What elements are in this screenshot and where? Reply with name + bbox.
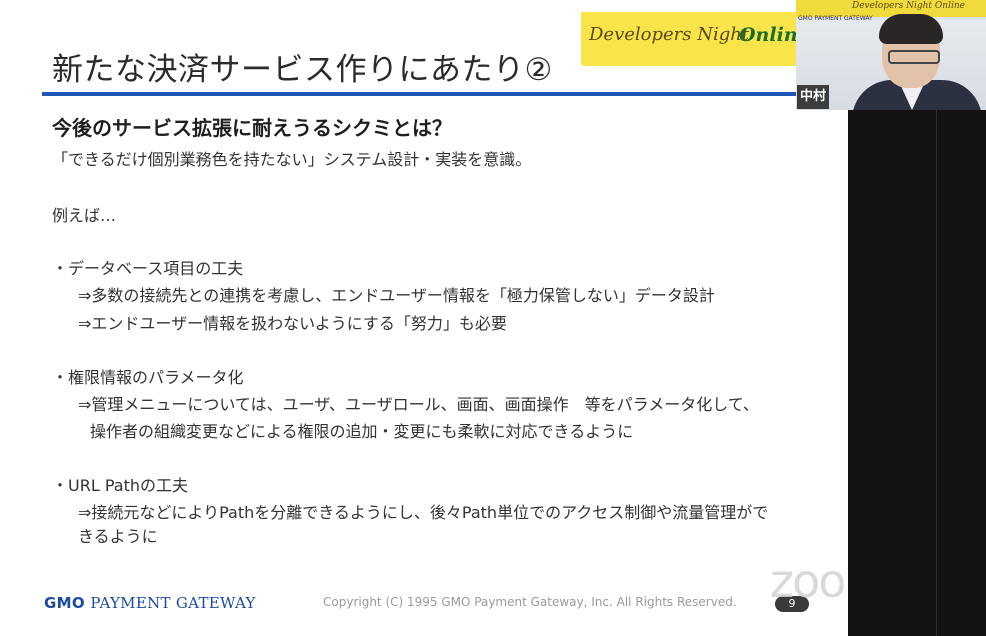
company-logo: GMO PAYMENT GATEWAY: [44, 594, 256, 612]
bullet-permissions-detail-2: 操作者の組織変更などによる権限の追加・変更にも柔軟に対応できるように: [90, 422, 634, 441]
bullet-url-path: ・URL Pathの工夫: [52, 476, 188, 495]
bullet-database-detail-1: ⇒多数の接続先との連携を考慮し、エンドユーザー情報を「極力保管しない」データ設計: [78, 286, 715, 305]
video-logo-text: GMO PAYMENT GATEWAY: [798, 15, 873, 22]
event-banner: Developers Night Online: [581, 12, 810, 66]
title-underline: [42, 92, 848, 96]
video-banner-text: Developers Night Online: [852, 1, 965, 11]
bullet-permissions-detail-1: ⇒管理メニューについては、ユーザ、ユーザロール、画面、画面操作 等をパラメータ化…: [78, 395, 759, 414]
panel-divider: [936, 110, 937, 636]
slide-title: 新たな決済サービス作りにあたり②: [52, 52, 553, 88]
presentation-slide: Developers Night Online 新たな決済サービス作りにあたり②…: [0, 0, 848, 636]
example-lead: 例えば…: [52, 206, 117, 225]
banner-developers-text: Developers Night: [589, 24, 750, 45]
bullet-permissions: ・権限情報のパラメータ化: [52, 368, 244, 387]
intro-line: 「できるだけ個別業務色を持たない」システム設計・実装を意識。: [52, 150, 532, 169]
bullet-url-path-detail-1: ⇒接続元などによりPathを分離できるようにし、後々Path単位でのアクセス制御…: [78, 503, 769, 522]
bullet-url-path-detail-2: きるように: [78, 527, 158, 546]
video-gallery-panel: [848, 110, 986, 636]
logo-gmo-text: GMO: [44, 594, 85, 612]
copyright-text: Copyright (C) 1995 GMO Payment Gateway, …: [323, 595, 737, 609]
bullet-database-detail-2: ⇒エンドユーザー情報を扱わないようにする「努力」も必要: [78, 314, 507, 333]
logo-rest-text: PAYMENT GATEWAY: [90, 594, 256, 612]
participant-glasses: [888, 50, 940, 64]
slide-subheading: 今後のサービス拡張に耐えうるシクミとは？: [52, 116, 452, 140]
bullet-database: ・データベース項目の工夫: [52, 259, 244, 278]
participant-name-tag: 中村: [797, 85, 829, 109]
participant-hair: [879, 14, 943, 44]
